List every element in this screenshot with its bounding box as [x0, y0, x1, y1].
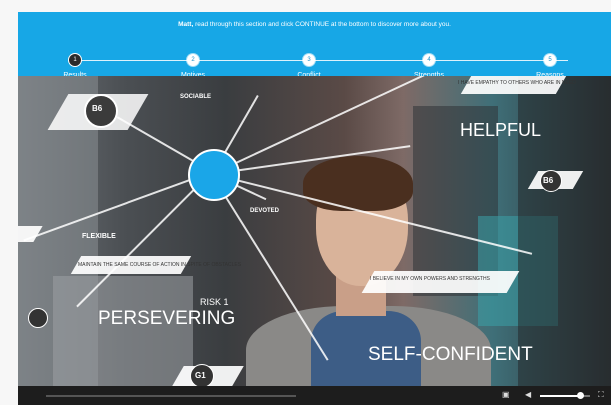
- volume-slider-fill: [540, 395, 580, 397]
- volume-knob[interactable]: [577, 392, 584, 399]
- cc-icon[interactable]: ▣: [502, 390, 510, 400]
- step-2-marker[interactable]: 2: [187, 54, 199, 66]
- helpful-caption: I HAVE EMPATHY TO OTHERS WHO ARE IN NEED: [458, 80, 576, 86]
- volume-icon[interactable]: ◀: [525, 390, 531, 400]
- user-name: Matt,: [178, 21, 194, 28]
- instruction-body: read through this section and click CONT…: [193, 21, 451, 28]
- left-edge-badge: [28, 308, 48, 328]
- step-5-marker[interactable]: 5: [544, 54, 556, 66]
- seek-bar[interactable]: [46, 395, 296, 397]
- self-confident-caption-panel: [361, 271, 520, 293]
- trait-risk: RISK 1: [200, 297, 229, 307]
- step-1-marker[interactable]: 1: [69, 54, 81, 66]
- trait-helpful: HELPFUL: [460, 120, 542, 140]
- step-4-marker[interactable]: 4: [423, 54, 435, 66]
- trait-devoted: DEVOTED: [250, 208, 280, 214]
- fullscreen-icon[interactable]: ⛶: [598, 390, 604, 400]
- trait-flexible: FLEXIBLE: [82, 233, 116, 240]
- self-confident-caption: I BELIEVE IN MY OWN POWERS AND STRENGTHS: [370, 276, 490, 282]
- trait-persevering: PERSEVERING: [98, 308, 236, 329]
- page: Matt, read through this section and clic…: [0, 0, 611, 405]
- steps-track: [76, 60, 568, 61]
- persevering-caption: MAINTAIN THE SAME COURSE OF ACTION IN SP…: [78, 262, 242, 268]
- progress-header: Matt, read through this section and clic…: [18, 12, 611, 79]
- trait-sociable: SOCIABLE: [180, 94, 212, 100]
- instruction-text: Matt, read through this section and clic…: [18, 21, 611, 28]
- b6-left-label: B6: [92, 104, 103, 113]
- trait-self-confident: SELF-CONFIDENT: [368, 344, 533, 365]
- g1-label: G1: [195, 371, 206, 380]
- video-controls: ▣ ◀ ⛶: [18, 386, 611, 405]
- central-node: [188, 149, 240, 201]
- b6-right-label: B6: [543, 176, 554, 185]
- person-hair: [303, 156, 413, 211]
- step-3-marker[interactable]: 3: [303, 54, 315, 66]
- background-shelf: [53, 276, 193, 386]
- video-player[interactable]: B6 SOCIABLE DEVOTED FLEXIBLE RISK 1 I HA…: [18, 76, 611, 405]
- volume-slider[interactable]: [540, 392, 590, 399]
